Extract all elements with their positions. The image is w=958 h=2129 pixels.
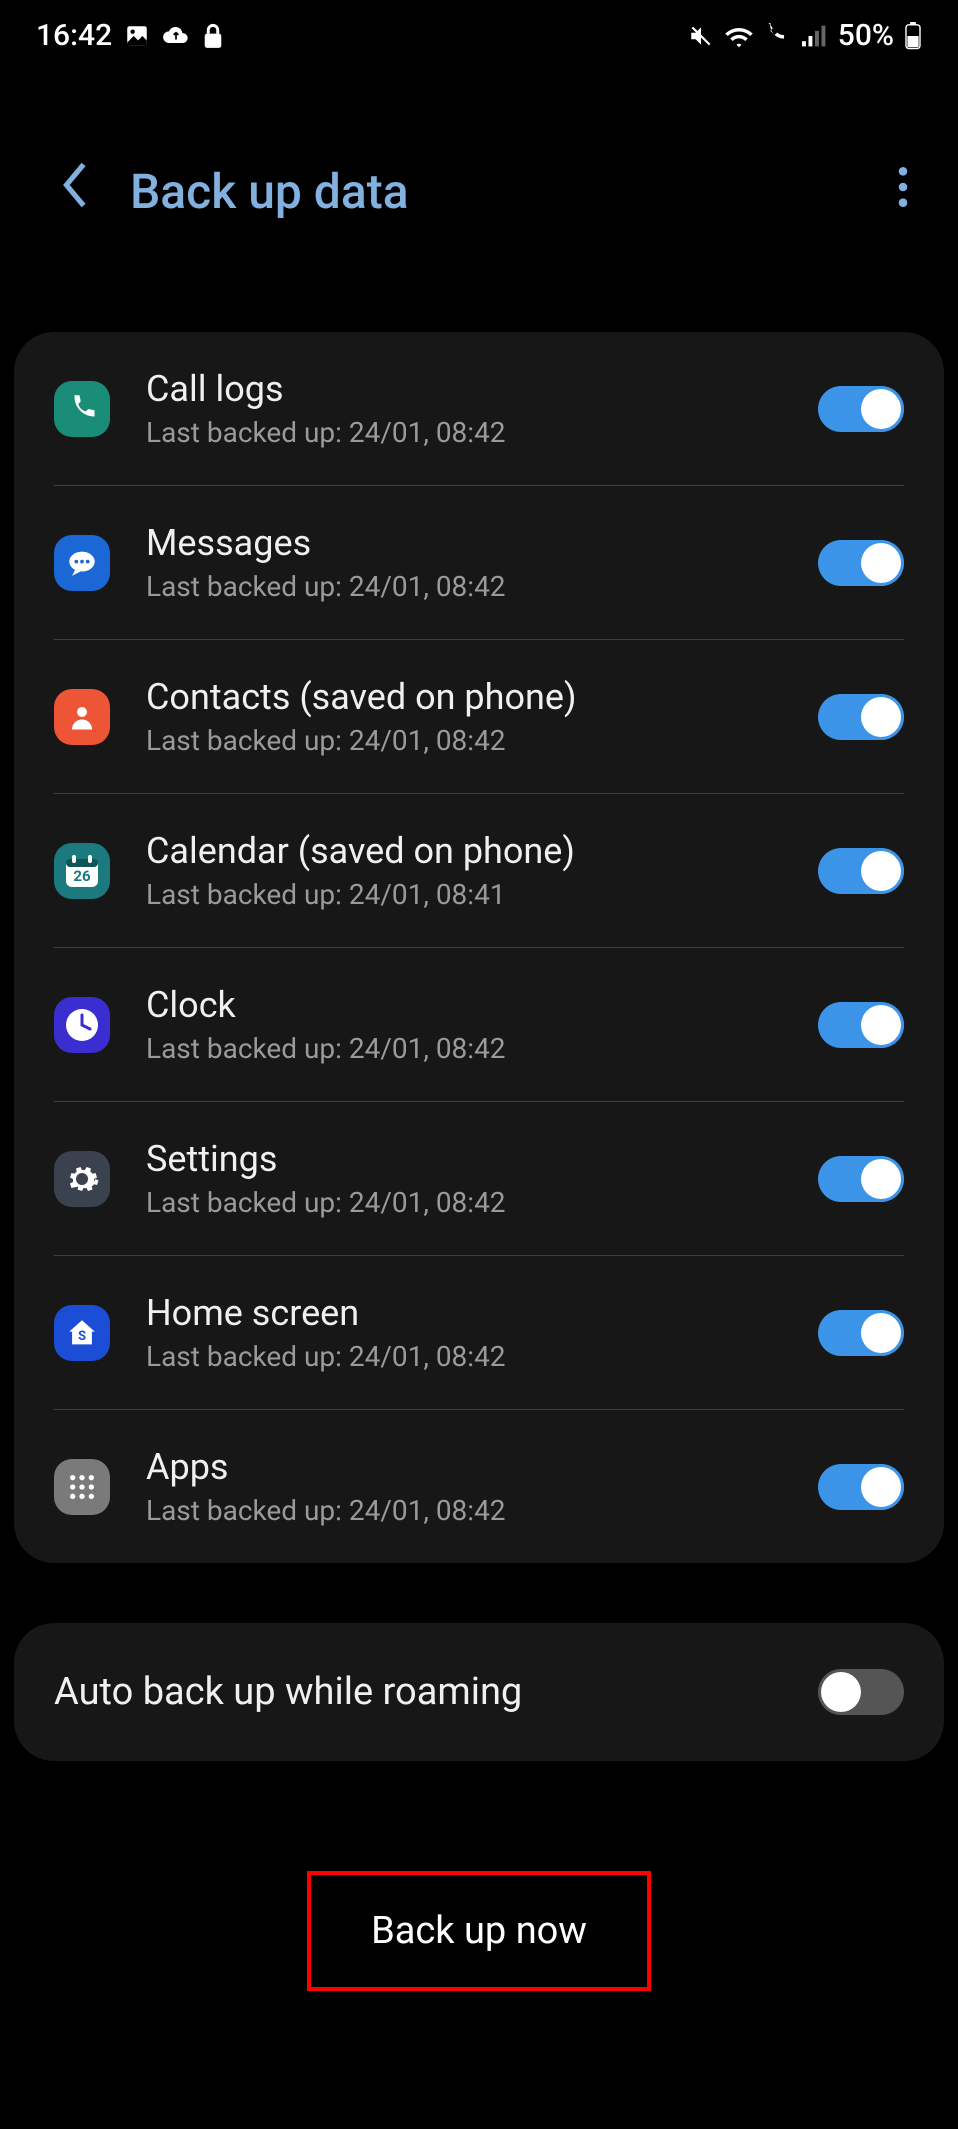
toggle-knob: [861, 1159, 901, 1199]
messages-icon: [54, 535, 110, 591]
mute-icon: [688, 23, 714, 49]
backup-item-title: Apps: [146, 1446, 818, 1488]
backup-item-title: Contacts (saved on phone): [146, 676, 818, 718]
status-bar: 16:42 50%: [0, 0, 958, 71]
roaming-label: Auto back up while roaming: [54, 1670, 818, 1714]
backup-item-toggle[interactable]: [818, 1464, 904, 1510]
backup-items-card: Call logsLast backed up: 24/01, 08:42Mes…: [14, 332, 944, 1563]
svg-text:S: S: [78, 1329, 86, 1344]
lock-icon: [202, 23, 224, 49]
home-icon: S: [54, 1305, 110, 1361]
backup-item-subtitle: Last backed up: 24/01, 08:42: [146, 1494, 818, 1527]
more-button[interactable]: [888, 167, 918, 216]
header: Back up data: [0, 71, 958, 272]
toggle-knob: [821, 1672, 861, 1712]
backup-item-row: Call logs Last backed up: 24/01, 08:42: [54, 332, 904, 486]
backup-item-row: Apps Last backed up: 24/01, 08:42: [54, 1410, 904, 1563]
battery-icon: [904, 22, 922, 50]
backup-item-row: Contacts (saved on phone) Last backed up:…: [54, 640, 904, 794]
backup-item-row: Messages Last backed up: 24/01, 08:42: [54, 486, 904, 640]
svg-text:26: 26: [73, 867, 91, 885]
backup-item-title: Home screen: [146, 1292, 818, 1334]
signal-icon: [802, 25, 828, 47]
backup-item-text: Settings Last backed up: 24/01, 08:42: [146, 1138, 818, 1219]
backup-item-subtitle: Last backed up: 24/01, 08:41: [146, 878, 818, 911]
calendar-icon: 26: [54, 843, 110, 899]
toggle-knob: [861, 1005, 901, 1045]
cloud-icon: [162, 24, 190, 48]
backup-item-text: Calendar (saved on phone) Last backed up:…: [146, 830, 818, 911]
toggle-knob: [861, 697, 901, 737]
backup-item-text: Apps Last backed up: 24/01, 08:42: [146, 1446, 818, 1527]
volte-icon: [764, 23, 792, 49]
picture-icon: [124, 23, 150, 49]
backup-item-subtitle: Last backed up: 24/01, 08:42: [146, 570, 818, 603]
backup-item-text: Clock Last backed up: 24/01, 08:42: [146, 984, 818, 1065]
backup-item-title: Settings: [146, 1138, 818, 1180]
toggle-knob: [861, 389, 901, 429]
backup-item-title: Clock: [146, 984, 818, 1026]
backup-item-toggle[interactable]: [818, 694, 904, 740]
backup-item-subtitle: Last backed up: 24/01, 08:42: [146, 416, 818, 449]
backup-button-container: Back up now: [0, 1871, 958, 1991]
backup-item-subtitle: Last backed up: 24/01, 08:42: [146, 1340, 818, 1373]
clock-icon: [54, 997, 110, 1053]
toggle-knob: [861, 1313, 901, 1353]
backup-item-row: S Home screen Last backed up: 24/01, 08:42: [54, 1256, 904, 1410]
backup-item-toggle[interactable]: [818, 540, 904, 586]
backup-item-row: Settings Last backed up: 24/01, 08:42: [54, 1102, 904, 1256]
wifi-icon: [724, 24, 754, 48]
backup-item-row: 26 Calendar (saved on phone) Last backed u…: [54, 794, 904, 948]
backup-item-row: Clock Last backed up: 24/01, 08:42: [54, 948, 904, 1102]
roaming-toggle[interactable]: [818, 1669, 904, 1715]
backup-item-title: Calendar (saved on phone): [146, 830, 818, 872]
apps-icon: [54, 1459, 110, 1515]
battery-percent: 50%: [838, 18, 894, 53]
backup-item-subtitle: Last backed up: 24/01, 08:42: [146, 724, 818, 757]
backup-item-toggle[interactable]: [818, 1310, 904, 1356]
backup-item-toggle[interactable]: [818, 1002, 904, 1048]
toggle-knob: [861, 543, 901, 583]
backup-item-title: Messages: [146, 522, 818, 564]
backup-item-title: Call logs: [146, 368, 818, 410]
settings-icon: [54, 1151, 110, 1207]
status-time: 16:42: [36, 18, 112, 53]
backup-item-subtitle: Last backed up: 24/01, 08:42: [146, 1186, 818, 1219]
contacts-icon: [54, 689, 110, 745]
phone-icon: [54, 381, 110, 437]
toggle-knob: [861, 1467, 901, 1507]
status-right: 50%: [688, 18, 922, 53]
backup-item-text: Home screen Last backed up: 24/01, 08:42: [146, 1292, 818, 1373]
roaming-card: Auto back up while roaming: [14, 1623, 944, 1761]
back-button[interactable]: [60, 161, 90, 222]
backup-item-toggle[interactable]: [818, 1156, 904, 1202]
backup-now-button[interactable]: Back up now: [307, 1871, 651, 1991]
status-left: 16:42: [36, 18, 224, 53]
page-title: Back up data: [130, 163, 888, 220]
backup-item-subtitle: Last backed up: 24/01, 08:42: [146, 1032, 818, 1065]
toggle-knob: [861, 851, 901, 891]
backup-item-toggle[interactable]: [818, 386, 904, 432]
backup-item-text: Call logs Last backed up: 24/01, 08:42: [146, 368, 818, 449]
backup-item-toggle[interactable]: [818, 848, 904, 894]
backup-item-text: Contacts (saved on phone) Last backed up:…: [146, 676, 818, 757]
backup-item-text: Messages Last backed up: 24/01, 08:42: [146, 522, 818, 603]
